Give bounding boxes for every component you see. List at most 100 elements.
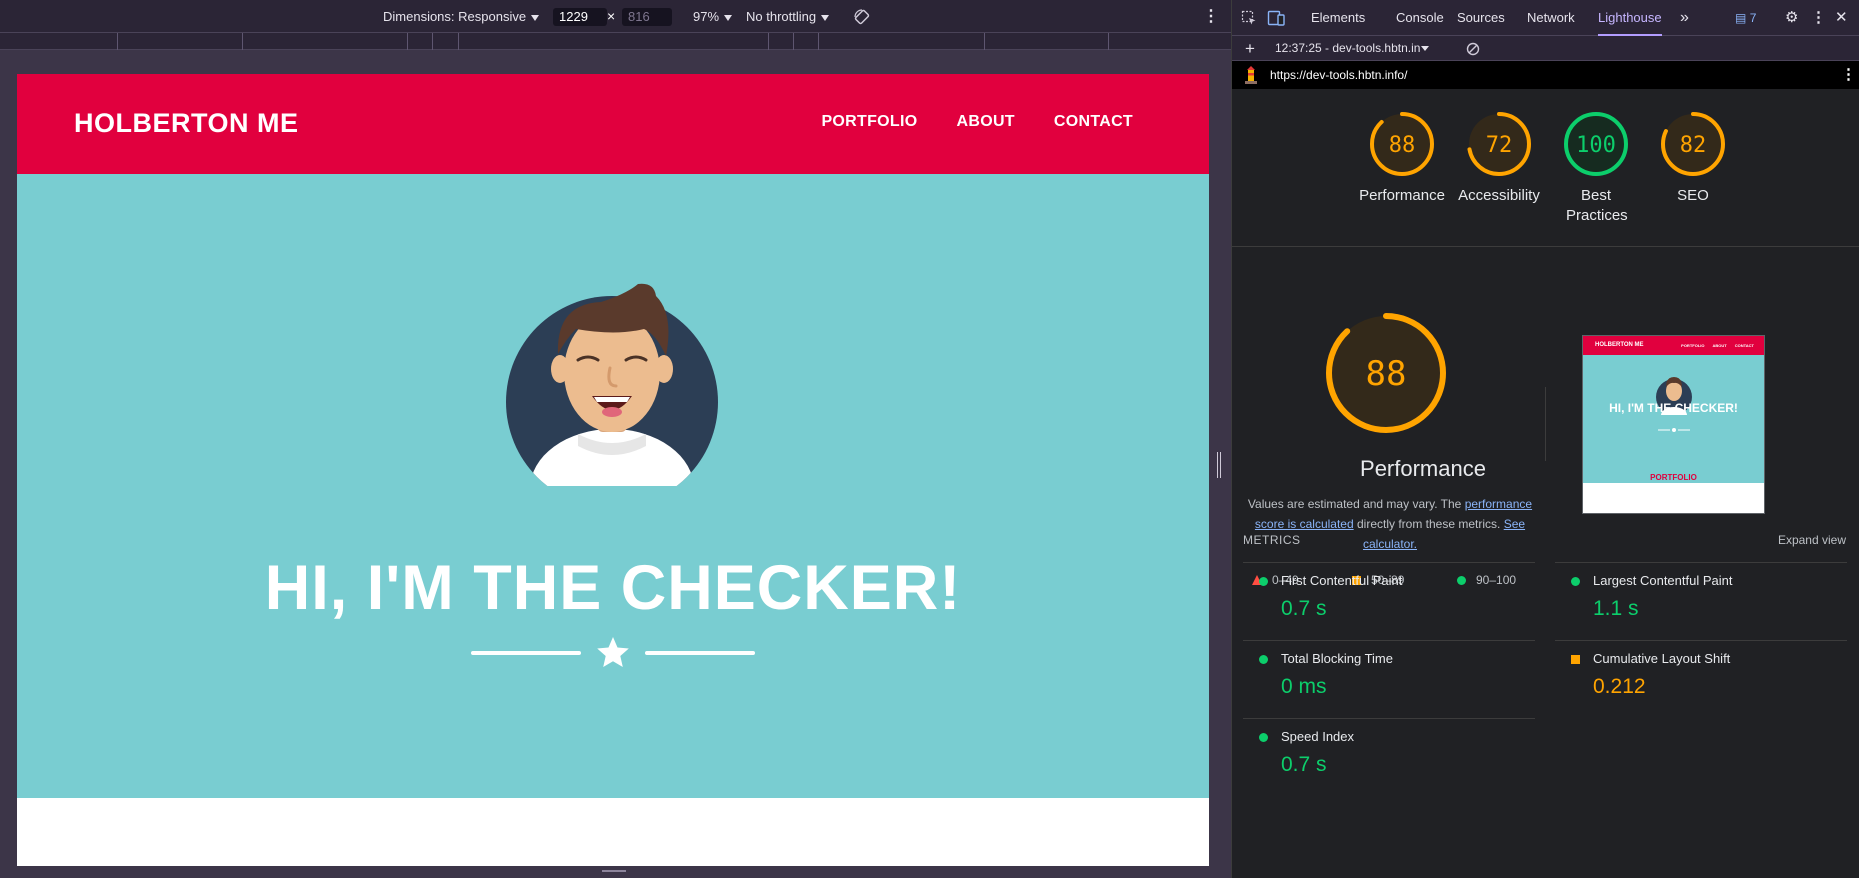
nav-portfolio-link[interactable]: PORTFOLIO bbox=[821, 113, 917, 131]
metrics-title: METRICS bbox=[1243, 533, 1301, 547]
divider bbox=[1545, 387, 1546, 461]
nav-about-link[interactable]: ABOUT bbox=[956, 113, 1014, 131]
lighthouse-toolbar: + 12:37:25 - dev-tools.hbtn.in bbox=[1232, 36, 1859, 61]
metric-largest-contentful-paint: Largest Contentful Paint 1.1 s bbox=[1555, 562, 1847, 640]
hero-title: HI, I'M THE CHECKER! bbox=[264, 553, 962, 623]
throttling-dropdown[interactable]: No throttling bbox=[746, 0, 830, 33]
bottom-resize-handle[interactable] bbox=[602, 870, 626, 872]
gauge-ring: 88 bbox=[1370, 112, 1434, 176]
report-label: 12:37:25 - dev-tools.hbtn.in bbox=[1275, 41, 1421, 55]
devtools-panel: Elements Console Sources Network Lightho… bbox=[1231, 0, 1859, 878]
chevron-down-icon bbox=[531, 14, 540, 21]
expand-view-toggle[interactable]: Expand view bbox=[1778, 533, 1846, 547]
pass-dot-icon bbox=[1571, 577, 1580, 586]
lighthouse-report: 88 Performance 72 Accessibility 100 Best… bbox=[1232, 89, 1859, 878]
customize-menu-icon[interactable]: ⋮ bbox=[1811, 0, 1826, 36]
metric-cumulative-layout-shift: Cumulative Layout Shift 0.212 bbox=[1555, 640, 1847, 718]
more-tabs-icon[interactable]: » bbox=[1680, 0, 1689, 36]
metric-first-contentful-paint: First Contentful Paint 0.7 s bbox=[1243, 562, 1535, 640]
gauge-score: 88 bbox=[1366, 354, 1407, 394]
gauge-label: Accessibility bbox=[1458, 187, 1540, 204]
nav-contact-link[interactable]: CONTACT bbox=[1054, 113, 1133, 131]
metric-name: First Contentful Paint bbox=[1281, 573, 1403, 588]
lighthouse-logo-icon bbox=[1245, 66, 1257, 84]
site-header: HOLBERTON ME PORTFOLIO ABOUT CONTACT bbox=[17, 74, 1209, 174]
metric-value: 0.7 s bbox=[1281, 753, 1327, 776]
gauge-accessibility[interactable]: 72 Accessibility bbox=[1449, 110, 1549, 206]
issues-badge[interactable]: ▤ 7 bbox=[1735, 0, 1756, 36]
metric-value: 0.212 bbox=[1593, 675, 1646, 698]
metrics-header: METRICS Expand view bbox=[1243, 533, 1846, 547]
gauge-ring: 82 bbox=[1661, 112, 1725, 176]
thumb-header: HOLBERTON ME PORTFOLIO ABOUT CONTACT bbox=[1583, 336, 1764, 355]
pass-dot-icon bbox=[1259, 577, 1268, 586]
tab-elements[interactable]: Elements bbox=[1311, 0, 1365, 36]
width-input[interactable]: 1229 bbox=[553, 8, 607, 26]
height-input[interactable]: 816 bbox=[622, 8, 672, 26]
more-options-icon[interactable]: ⋮ bbox=[1203, 0, 1219, 33]
tab-console[interactable]: Console bbox=[1396, 0, 1444, 36]
gauge-seo[interactable]: 82 SEO bbox=[1643, 110, 1743, 206]
device-toggle-icon[interactable] bbox=[1267, 10, 1285, 26]
performance-title: Performance bbox=[1360, 456, 1486, 481]
performance-gauge-large: 88 bbox=[1326, 313, 1446, 433]
gauge-best-practices[interactable]: 100 Best Practices bbox=[1546, 110, 1646, 226]
media-query-ruler bbox=[0, 33, 1231, 50]
page-screenshot-thumbnail[interactable]: HOLBERTON ME PORTFOLIO ABOUT CONTACT HI, bbox=[1582, 335, 1765, 514]
issues-icon: ▤ bbox=[1735, 11, 1747, 25]
tab-network[interactable]: Network bbox=[1527, 0, 1575, 36]
desc-text: directly from these metrics. bbox=[1356, 517, 1501, 531]
site-logo[interactable]: HOLBERTON ME bbox=[74, 108, 299, 139]
metric-speed-index: Speed Index 0.7 s bbox=[1243, 718, 1535, 796]
gauge-label: SEO bbox=[1677, 187, 1709, 204]
report-url[interactable]: https://dev-tools.hbtn.info/ bbox=[1270, 61, 1407, 89]
thumb-hero: HI, I'M THE CHECKER! bbox=[1583, 355, 1764, 483]
zoom-label: 97% bbox=[693, 9, 720, 24]
resize-handle[interactable] bbox=[1217, 452, 1221, 478]
device-toolbar: Dimensions: Responsive 1229 × 816 97% No… bbox=[0, 0, 1231, 33]
tab-lighthouse[interactable]: Lighthouse bbox=[1598, 0, 1662, 36]
avatar-illustration bbox=[506, 283, 718, 486]
new-report-plus-icon[interactable]: + bbox=[1245, 36, 1255, 61]
gauge-label: Best Practices bbox=[1566, 187, 1628, 224]
star-icon bbox=[597, 637, 629, 667]
close-icon[interactable]: ✕ bbox=[1835, 0, 1848, 36]
inspect-element-icon[interactable] bbox=[1241, 10, 1257, 26]
zoom-dropdown[interactable]: 97% bbox=[693, 0, 733, 33]
report-menu-icon[interactable]: ⋮ bbox=[1841, 61, 1856, 89]
gauge-label: Performance bbox=[1359, 187, 1445, 204]
report-url-bar: https://dev-tools.hbtn.info/ ⋮ bbox=[1232, 61, 1859, 89]
gauge-score: 82 bbox=[1680, 133, 1707, 158]
desc-text: Values are estimated and may vary. The bbox=[1247, 497, 1462, 511]
metric-name: Cumulative Layout Shift bbox=[1593, 651, 1731, 666]
thumb-logo: HOLBERTON ME bbox=[1595, 342, 1644, 348]
rotate-icon[interactable] bbox=[853, 8, 871, 26]
thumb-title: HI, I'M THE CHECKER! bbox=[1609, 401, 1738, 415]
gauge-ring: 72 bbox=[1467, 112, 1531, 176]
metric-name: Total Blocking Time bbox=[1281, 651, 1393, 666]
report-selector[interactable]: 12:37:25 - dev-tools.hbtn.in bbox=[1275, 36, 1430, 61]
metric-name: Speed Index bbox=[1281, 729, 1355, 744]
gauge-ring: 100 bbox=[1564, 112, 1628, 176]
metric-value: 0 ms bbox=[1281, 675, 1327, 698]
issues-count: 7 bbox=[1749, 11, 1757, 25]
emulated-viewport: HOLBERTON ME PORTFOLIO ABOUT CONTACT HI,… bbox=[17, 74, 1209, 866]
thumb-portfolio-heading: PORTFOLIO bbox=[1650, 473, 1697, 482]
dimensions-label: Dimensions: Responsive bbox=[383, 9, 527, 24]
metric-value: 0.7 s bbox=[1281, 597, 1327, 620]
dimensions-dropdown[interactable]: Dimensions: Responsive bbox=[383, 0, 540, 33]
gauge-score: 72 bbox=[1486, 133, 1513, 158]
devtools-tab-bar: Elements Console Sources Network Lightho… bbox=[1232, 0, 1859, 36]
divider bbox=[1232, 246, 1859, 247]
gauge-performance[interactable]: 88 Performance bbox=[1352, 110, 1452, 206]
hero-section: HI, I'M THE CHECKER! bbox=[17, 174, 1209, 798]
pass-dot-icon bbox=[1259, 733, 1268, 742]
settings-gear-icon[interactable]: ⚙ bbox=[1785, 0, 1798, 36]
star-divider bbox=[471, 637, 755, 667]
chevron-down-icon bbox=[1421, 46, 1430, 52]
clear-block-icon[interactable] bbox=[1466, 42, 1480, 56]
metric-name: Largest Contentful Paint bbox=[1593, 573, 1733, 588]
tab-sources[interactable]: Sources bbox=[1457, 0, 1505, 36]
chevron-down-icon bbox=[724, 14, 733, 21]
device-emulation-pane: Dimensions: Responsive 1229 × 816 97% No… bbox=[0, 0, 1231, 878]
